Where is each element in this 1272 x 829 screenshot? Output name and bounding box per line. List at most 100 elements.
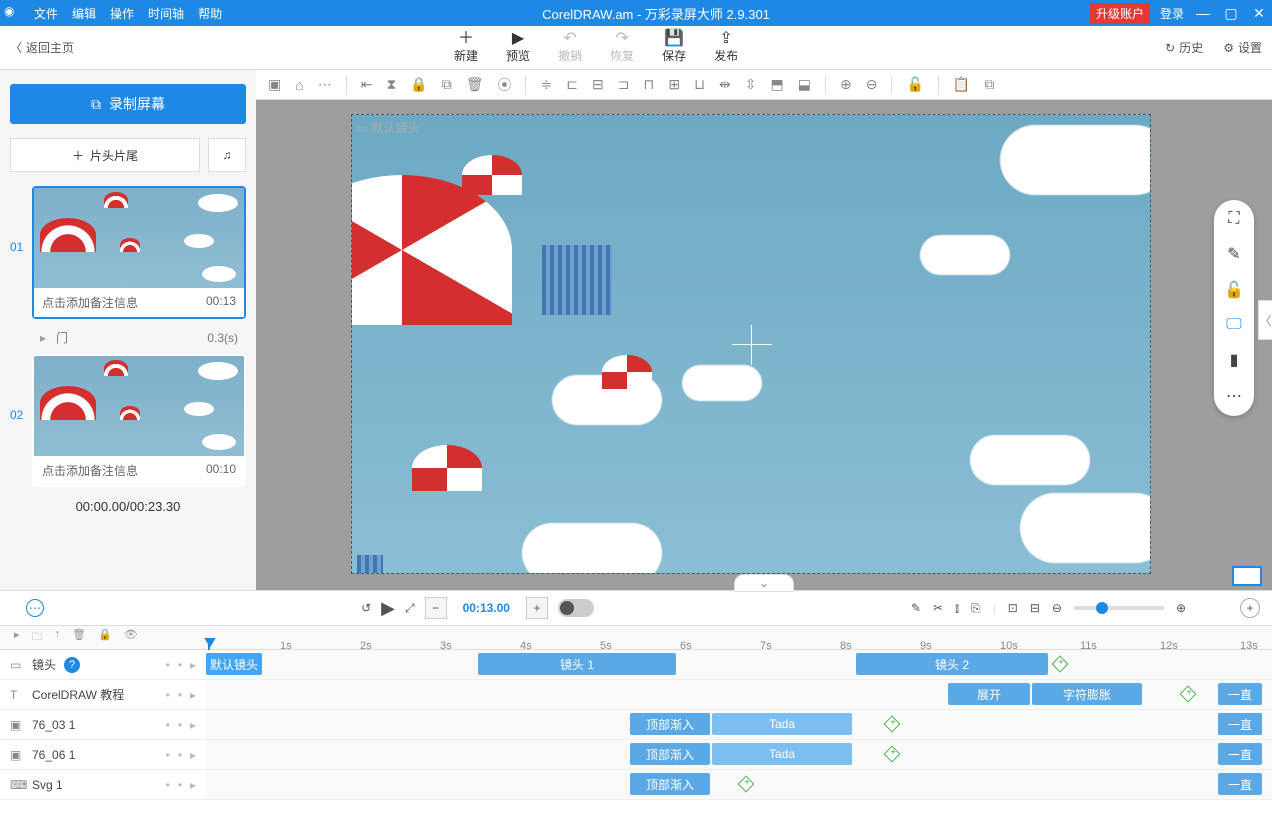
track-header[interactable]: TCorelDRAW 教程••▸ [0,686,206,703]
music-button[interactable]: ♫ [208,138,246,172]
align-vcenter-icon[interactable]: ⊞ [668,76,680,93]
settings-button[interactable]: ⚙设置 [1223,39,1262,56]
track-dot[interactable]: • [166,688,170,702]
align-bottom-icon[interactable]: ⊔ [694,76,705,93]
eye-icon[interactable]: 👁 [124,628,138,647]
edit-icon[interactable]: ✎ [911,601,921,615]
clip[interactable]: 镜头 1 [478,653,676,675]
lock-icon[interactable]: 🔒 [410,76,427,93]
send-back-icon[interactable]: ⬓ [798,76,811,93]
upgrade-button[interactable]: 升级账户 [1090,3,1150,24]
minimize-button[interactable]: — [1194,5,1212,21]
track-body[interactable]: 顶部渐入 一直 [206,770,1272,799]
cut-icon[interactable]: ✂ [933,601,943,615]
dist-h-icon[interactable]: ⇹ [719,76,731,93]
menu-帮助[interactable]: 帮助 [198,5,222,22]
track-dot[interactable]: • [178,748,182,762]
scene-item[interactable]: 01点击添加备注信息00:13 [10,186,246,319]
fullscreen-icon[interactable]: ⛶ [1228,210,1239,228]
focus-icon[interactable]: ⦿ [497,75,511,95]
clip[interactable]: 一直 [1218,773,1262,795]
menu-操作[interactable]: 操作 [110,5,134,22]
clip[interactable]: 顶部渐入 [630,773,710,795]
clip[interactable]: 一直 [1218,713,1262,735]
dist-v-icon[interactable]: ⇳ [745,76,757,93]
align-center-icon[interactable]: ≑ [540,76,552,93]
help-icon[interactable]: ? [64,657,80,673]
track-dot[interactable]: • [166,658,170,672]
action-发布[interactable]: ⇪发布 [714,31,738,64]
zoom-slider[interactable] [1074,606,1164,610]
track-body[interactable]: 展开字符膨胀一直 [206,680,1272,709]
clip[interactable]: 镜头 2 [856,653,1048,675]
clip[interactable]: 一直 [1218,743,1262,765]
duplicate-icon[interactable]: ⧉ [984,76,994,93]
clip[interactable]: 顶部渐入 [630,713,710,735]
canvas-area[interactable]: ▭默认镜头 ⌄ ⛶ ✎ 🔓 [256,100,1272,590]
clip[interactable]: 展开 [948,683,1030,705]
track-header[interactable]: ⌨Svg 1••▸ [0,778,206,792]
clip[interactable]: Tada [712,713,852,735]
clip[interactable]: 一直 [1218,683,1262,705]
track-expand-icon[interactable]: ▸ [190,658,196,672]
more-icon[interactable]: ⋯ [318,76,332,93]
zoom-out-icon[interactable]: ⊖ [866,76,878,93]
stage[interactable]: ▭默认镜头 [351,114,1151,574]
lock2-icon[interactable]: 🔓 [1224,280,1244,300]
zoom-inc-button[interactable]: + [526,597,548,619]
home-icon[interactable]: ⌂ [295,77,303,93]
zoom-in-icon[interactable]: ⊕ [840,76,852,93]
more-options-icon[interactable]: ⋯ [26,599,44,617]
rewind-icon[interactable]: ↺ [361,601,371,615]
keyframe-add[interactable] [1180,686,1197,703]
menu-编辑[interactable]: 编辑 [72,5,96,22]
copy-icon[interactable]: ⧉ [442,76,452,93]
align-middle-icon[interactable]: ⊟ [592,76,604,93]
expand-icon[interactable]: ⤢ [405,601,415,616]
record-screen-button[interactable]: ⧉ 录制屏幕 [10,84,246,124]
eyedropper-icon[interactable]: ✎ [1227,244,1240,264]
scene-item[interactable]: 02点击添加备注信息00:10 [10,354,246,487]
track-expand-icon[interactable]: ▸ [190,718,196,732]
close-button[interactable]: ✕ [1250,5,1268,22]
add-track-button[interactable]: + [1240,598,1260,618]
login-button[interactable]: 登录 [1160,5,1184,22]
zoom-in2-icon[interactable]: ⊕ [1176,601,1186,615]
menu-时间轴[interactable]: 时间轴 [148,5,184,22]
track-dot[interactable]: • [178,658,182,672]
trash-icon[interactable]: 🗑 [72,628,86,647]
menu-文件[interactable]: 文件 [34,5,58,22]
align-left-icon[interactable]: ⊏ [566,76,578,93]
unlock-icon[interactable]: 🔓 [906,76,923,93]
track-dot[interactable]: • [178,688,182,702]
collapse-side-button[interactable]: 〈 [1258,300,1272,340]
link-icon[interactable]: ⎘ [971,601,981,616]
timer-icon[interactable]: ⧗ [386,76,396,93]
delete-icon[interactable]: 🗑 [466,76,484,93]
keyframe-add[interactable] [884,746,901,763]
zoom-dec-button[interactable]: − [425,597,447,619]
track-expand-icon[interactable]: ▸ [190,748,196,762]
track-body[interactable]: 顶部渐入Tada 一直 [206,710,1272,739]
filter-icon[interactable]: ⫾ [955,601,959,616]
track-dot[interactable]: • [166,748,170,762]
clip[interactable]: 顶部渐入 [630,743,710,765]
snap-toggle[interactable] [558,599,594,617]
track-header[interactable]: ▣76_06 1••▸ [0,748,206,762]
phone-icon[interactable]: ▮ [1230,350,1239,370]
expand-all-icon[interactable]: ▸ [14,628,20,647]
track-expand-icon[interactable]: ▸ [190,688,196,702]
track-dot[interactable]: • [178,778,182,792]
scene-transition[interactable]: ▸门0.3(s) [10,325,246,354]
keyframe-add[interactable] [738,776,755,793]
collapse-stage-button[interactable]: ⌄ [734,574,794,592]
paste-icon[interactable]: 📋 [953,76,970,93]
track-expand-icon[interactable]: ▸ [190,778,196,792]
action-保存[interactable]: 💾保存 [662,31,686,64]
track-dot[interactable]: • [166,718,170,732]
align-hcenter-icon[interactable]: ⇤ [361,76,373,93]
bring-front-icon[interactable]: ⬒ [771,76,784,93]
track-dot[interactable]: • [178,718,182,732]
clip[interactable]: 默认镜头 [206,653,262,675]
align-top-icon[interactable]: ⊓ [643,76,654,93]
